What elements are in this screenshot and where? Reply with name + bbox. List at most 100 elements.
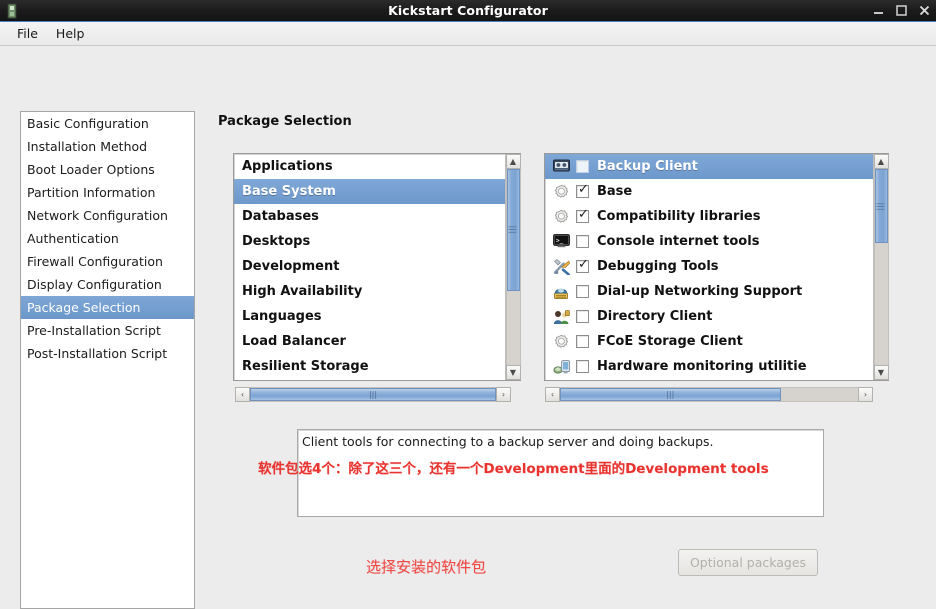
optional-packages-button[interactable]: Optional packages [678,549,818,576]
group-list-item[interactable]: High Availability [234,279,505,304]
window-title: Kickstart Configurator [388,3,548,18]
package-list-item[interactable]: Dial-up Networking Support [545,279,873,304]
group-list-item[interactable]: Databases [234,204,505,229]
close-icon[interactable] [919,5,930,18]
vscroll-thumb[interactable]: ||| [506,169,520,291]
package-checkbox[interactable] [576,335,589,348]
sidebar-item-pre-installation-script[interactable]: Pre-Installation Script [21,319,194,342]
window-controls[interactable] [873,0,930,22]
hscroll-track[interactable]: ||| [560,387,858,402]
hscroll-right-icon[interactable]: › [858,387,873,402]
scroll-down-icon[interactable]: ▼ [873,365,889,380]
sidebar-item-label: Network Configuration [27,208,168,223]
package-list-item[interactable]: Hardware monitoring utilitie [545,354,873,379]
package-checkbox[interactable] [576,285,589,298]
package-label: Backup Client [597,159,698,174]
hscroll-left-icon[interactable]: ‹ [235,387,250,402]
sidebar-item-partition-information[interactable]: Partition Information [21,181,194,204]
package-group-list-frame: Applications Base System Databases Desktops… [233,153,521,381]
group-list-item[interactable]: Applications [234,154,505,179]
package-list-item[interactable]: Base [545,179,873,204]
package-horizontal-scrollbar[interactable]: ‹ ||| › [545,387,873,402]
package-label: Hardware monitoring utilitie [597,359,807,374]
group-list-item-label: Databases [242,209,319,224]
sidebar-item-basic-configuration[interactable]: Basic Configuration [21,112,194,135]
svg-text:>_: >_ [556,237,564,244]
vscroll-thumb[interactable]: ||| [874,169,888,244]
group-list-item[interactable]: Development [234,254,505,279]
sidebar-item-package-selection[interactable]: Package Selection [21,296,194,319]
group-list-item[interactable]: Desktops [234,229,505,254]
group-list-item[interactable]: Resilient Storage [234,354,505,379]
package-list[interactable]: Backup Client Base Compatibility libraries… [545,154,873,380]
package-checkbox[interactable] [576,182,590,198]
tools-icon [553,258,571,276]
group-list-item-label: Desktops [242,234,311,249]
group-list-item-label: Base System [242,184,336,199]
scroll-down-icon[interactable]: ▼ [505,365,521,380]
sidebar-item-label: Pre-Installation Script [27,323,161,338]
hscroll-left-icon[interactable]: ‹ [545,387,560,402]
package-vertical-scrollbar[interactable]: ▲ ||| ▼ [873,154,889,380]
package-label: Compatibility libraries [597,209,761,224]
package-group-vertical-scrollbar[interactable]: ▲ ||| ▼ [505,154,521,380]
package-group-list[interactable]: Applications Base System Databases Desktops… [234,154,505,380]
package-list-item[interactable]: FCoE Storage Client [545,329,873,354]
package-label: Console internet tools [597,234,760,249]
scroll-up-icon[interactable]: ▲ [873,154,889,169]
package-label: Directory Client [597,309,713,324]
package-list-item[interactable]: Directory Client [545,304,873,329]
sidebar-item-label: Firewall Configuration [27,254,163,269]
group-list-item-label: Applications [242,159,333,174]
group-list-item[interactable]: Load Balancer [234,329,505,354]
sidebar-item-label: Display Configuration [27,277,162,292]
annotation-select-note: 选择安装的软件包 [366,558,487,576]
navigation-sidebar[interactable]: Basic Configuration Installation Method Bo… [20,111,195,609]
titlebar-accent-line [0,21,936,22]
package-group-horizontal-scrollbar[interactable]: ‹ ||| › [235,387,511,402]
hscroll-thumb[interactable]: ||| [560,388,781,401]
group-list-item[interactable]: Languages [234,304,505,329]
package-checkbox[interactable] [576,310,589,323]
package-checkbox[interactable] [576,235,589,248]
package-list-item[interactable]: Compatibility libraries [545,204,873,229]
group-list-item-label: Resilient Storage [242,359,369,374]
group-list-item-label: Load Balancer [242,334,346,349]
package-checkbox[interactable] [576,160,589,173]
sidebar-item-post-installation-script[interactable]: Post-Installation Script [21,342,194,365]
group-list-item[interactable]: Base System [234,179,505,204]
package-list-item[interactable]: Backup Client [545,154,873,179]
package-checkbox[interactable] [576,360,589,373]
package-label: FCoE Storage Client [597,334,743,349]
telephone-icon [553,284,571,300]
hardware-monitor-icon [553,359,571,375]
tape-backup-icon [553,159,571,175]
scroll-up-icon[interactable]: ▲ [505,154,521,169]
sidebar-item-authentication[interactable]: Authentication [21,227,194,250]
sidebar-item-label: Basic Configuration [27,116,149,131]
menu-help[interactable]: Help [47,23,94,44]
hscroll-right-icon[interactable]: › [496,387,511,402]
hscroll-thumb[interactable]: ||| [250,388,496,401]
minimize-icon[interactable] [873,5,884,18]
sidebar-item-network-configuration[interactable]: Network Configuration [21,204,194,227]
sidebar-item-display-configuration[interactable]: Display Configuration [21,273,194,296]
menubar[interactable]: File Help [0,22,936,46]
menu-file[interactable]: File [8,23,47,44]
gear-icon [553,334,571,350]
package-label: Dial-up Networking Support [597,284,803,299]
hscroll-track[interactable]: ||| [250,387,496,402]
package-list-item[interactable]: Debugging Tools [545,254,873,279]
sidebar-item-firewall-configuration[interactable]: Firewall Configuration [21,250,194,273]
package-checkbox[interactable] [576,207,590,223]
vscroll-track[interactable]: ||| [873,169,889,365]
sidebar-item-installation-method[interactable]: Installation Method [21,135,194,158]
group-list-item-label: High Availability [242,284,363,299]
package-list-item[interactable]: >_ Console internet tools [545,229,873,254]
package-checkbox[interactable] [576,257,590,273]
maximize-icon[interactable] [896,4,907,18]
sidebar-item-boot-loader-options[interactable]: Boot Loader Options [21,158,194,181]
window-titlebar[interactable]: Kickstart Configurator [0,0,936,22]
vscroll-track[interactable]: ||| [505,169,521,365]
sidebar-item-label: Partition Information [27,185,156,200]
